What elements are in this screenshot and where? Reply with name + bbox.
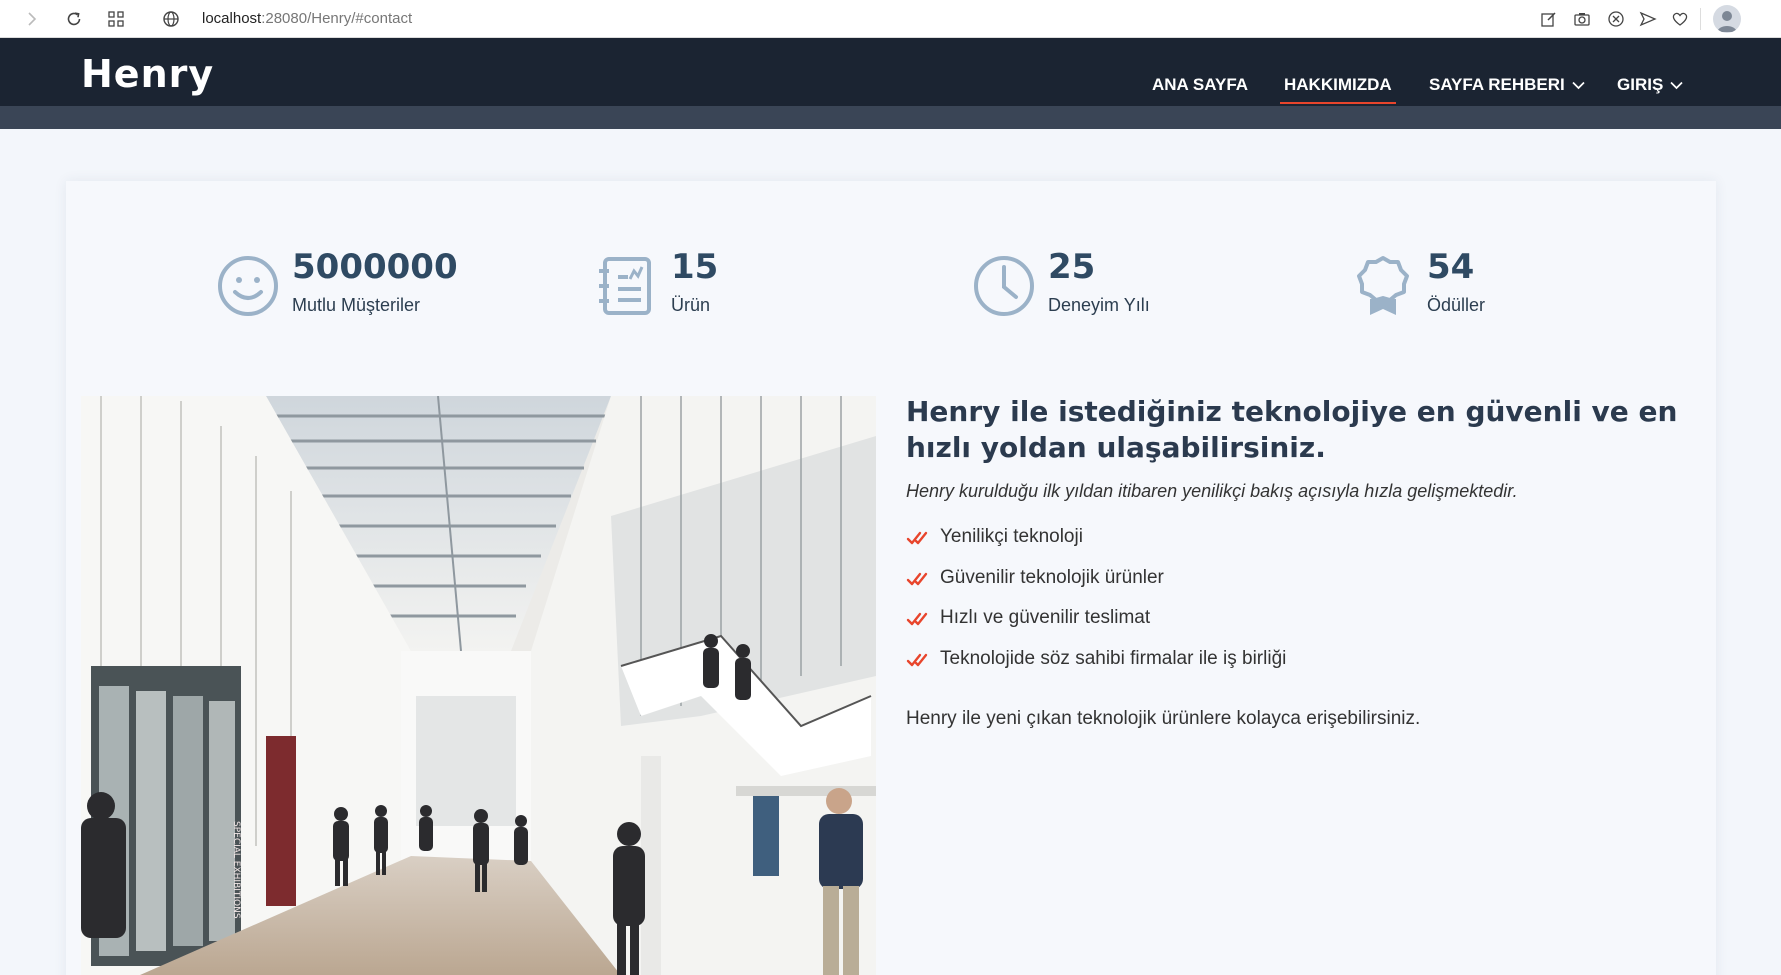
- about-subtitle: Henry kurulduğu ilk yıldan itibaren yeni…: [906, 481, 1518, 501]
- nav-home[interactable]: ANA SAYFA: [1152, 75, 1248, 95]
- site-header: Henry ANA SAYFA HAKKIMIZDA SAYFA REHBERI…: [0, 38, 1781, 106]
- edit-icon[interactable]: [1539, 9, 1559, 29]
- globe-icon[interactable]: [161, 9, 181, 29]
- nav-home-label: ANA SAYFA: [1152, 75, 1249, 94]
- stat-value: 5000000: [292, 247, 458, 287]
- stat-label: Ürün: [671, 295, 711, 315]
- museum-hall-photo: SPECIAL EXHIBITIONS: [81, 396, 876, 975]
- send-icon[interactable]: [1638, 9, 1658, 29]
- heart-icon[interactable]: [1670, 9, 1690, 29]
- chevron-down-icon: [1572, 81, 1585, 89]
- about-heading: Henry ile istediğiniz teknolojiye en güv…: [906, 395, 1678, 464]
- double-check-icon: [906, 572, 928, 585]
- forward-icon[interactable]: [22, 9, 42, 29]
- browser-toolbar: localhost:28080/Henry/#contact: [0, 0, 1781, 38]
- list-item: Güvenilir teknolojik ürünler: [906, 567, 1286, 608]
- url-host: localhost: [202, 10, 262, 27]
- stat-label: Mutlu Müşteriler: [292, 295, 421, 315]
- about-section: 5000000 Mutlu Müşteriler 15 Ürün 25 Dene…: [66, 181, 1716, 975]
- svg-text:SPECIAL EXHIBITIONS: SPECIAL EXHIBITIONS: [231, 821, 241, 919]
- double-check-icon: [906, 612, 928, 626]
- feature-text: Güvenilir teknolojik ürünler: [940, 566, 1164, 588]
- nav-about-label: HAKKIMIZDA: [1284, 75, 1392, 94]
- clock-icon: [974, 256, 1034, 316]
- stat-label: Ödüller: [1427, 295, 1486, 315]
- list-item: Teknolojide söz sahibi firmalar ile iş b…: [906, 648, 1286, 689]
- stat-label: Deneyim Yılı: [1048, 295, 1150, 315]
- award-icon: [1357, 256, 1409, 315]
- header-bottom-strip: [0, 106, 1781, 129]
- url-path: :28080/Henry/#contact: [261, 10, 413, 27]
- smile-icon: [218, 256, 278, 316]
- camera-icon[interactable]: [1572, 9, 1592, 29]
- chevron-down-icon: [1670, 81, 1683, 89]
- nav-page-guide-label: SAYFA REHBERI: [1429, 75, 1565, 94]
- feature-text: Yenilikçi teknoloji: [940, 526, 1083, 547]
- feature-text: Teknolojide söz sahibi firmalar ile iş b…: [940, 647, 1287, 669]
- about-note: Henry ile yeni çıkan teknolojik ürünlere…: [906, 708, 1421, 729]
- stat-value: 15: [671, 247, 719, 287]
- profile-avatar[interactable]: [1713, 5, 1741, 33]
- feature-list: Yenilikçi teknoloji Güvenilir teknolojik…: [906, 526, 1286, 688]
- list-item: Yenilikçi teknoloji: [906, 526, 1286, 567]
- double-check-icon: [906, 531, 928, 545]
- reload-icon[interactable]: [64, 9, 84, 29]
- stat-value: 54: [1427, 247, 1475, 287]
- block-icon[interactable]: [1606, 9, 1626, 29]
- address-bar[interactable]: localhost:28080/Henry/#contact: [202, 6, 412, 32]
- toolbar-divider: [1700, 8, 1701, 30]
- apps-grid-icon[interactable]: [106, 9, 126, 29]
- nav-login-label: GIRIŞ: [1617, 75, 1664, 94]
- list-item: Hızlı ve güvenilir teslimat: [906, 607, 1286, 648]
- nav-page-guide[interactable]: SAYFA REHBERI: [1429, 75, 1585, 95]
- site-logo[interactable]: Henry: [81, 52, 214, 96]
- journal-icon: [599, 257, 651, 315]
- feature-text: Hızlı ve güvenilir teslimat: [940, 607, 1151, 628]
- double-check-icon: [906, 653, 928, 666]
- stat-value: 25: [1048, 247, 1096, 287]
- active-nav-indicator: [1280, 102, 1396, 104]
- nav-about[interactable]: HAKKIMIZDA: [1284, 75, 1392, 95]
- nav-login[interactable]: GIRIŞ: [1617, 75, 1683, 95]
